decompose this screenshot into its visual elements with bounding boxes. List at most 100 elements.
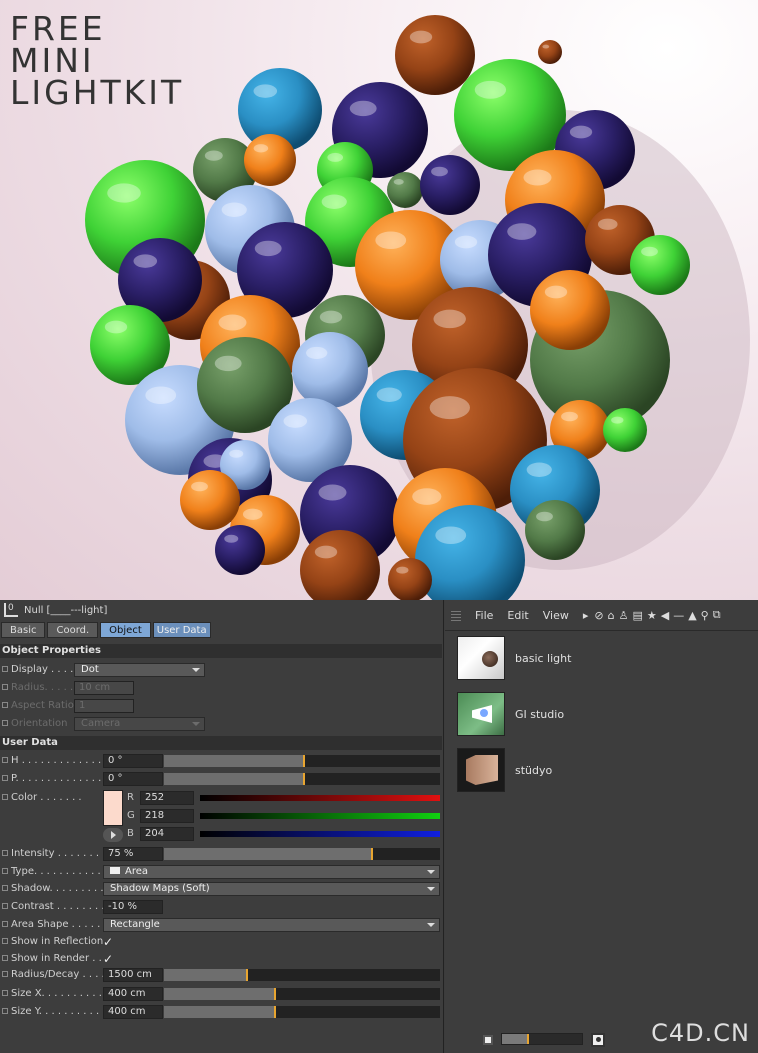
- tab-object[interactable]: Object: [100, 622, 151, 638]
- radius-field[interactable]: 10 cm: [74, 681, 134, 695]
- size-x-label: Size X. . . . . . . . . . .: [2, 986, 108, 1002]
- chevron-right-icon[interactable]: ▸: [583, 609, 589, 622]
- size-y-row: Size Y. . . . . . . . . . . 400 cm: [0, 1004, 442, 1020]
- up-icon[interactable]: ▲: [688, 609, 696, 622]
- section-user-data: User Data: [0, 736, 442, 750]
- shadow-dropdown[interactable]: Shadow Maps (Soft): [103, 882, 440, 896]
- material-label-studyo[interactable]: stüdyo: [515, 764, 552, 777]
- browser-menu: File Edit View ▸ ⊘ ⌂ ♙ ▤ ★ ◀ — ▲ ⚲ ⧉: [445, 602, 758, 628]
- size-y-slider[interactable]: [164, 1006, 440, 1018]
- type-dropdown[interactable]: Area: [103, 865, 440, 879]
- render-view: FREE MINI LIGHTKIT: [0, 0, 758, 600]
- show-render-label: Show in Render . .: [2, 951, 102, 967]
- shadow-label: Shadow. . . . . . . . . .: [2, 881, 110, 897]
- section-object-properties: Object Properties: [0, 644, 442, 658]
- size-x-slider[interactable]: [164, 988, 440, 1000]
- menu-edit[interactable]: Edit: [507, 609, 528, 622]
- size-x-field[interactable]: 400 cm: [103, 987, 163, 1001]
- r-channel-slider[interactable]: [200, 795, 440, 801]
- null-object-icon: 0: [4, 603, 18, 617]
- attribute-manager: 0 Null [____---light] Basic Coord. Objec…: [0, 600, 444, 1053]
- chevron-down-icon: [427, 870, 435, 874]
- aspect-field[interactable]: 1: [74, 699, 134, 713]
- area-shape-dropdown[interactable]: Rectangle: [103, 918, 440, 932]
- chevron-down-icon: [192, 722, 200, 726]
- g-label: G: [127, 810, 135, 821]
- tab-user-data[interactable]: User Data: [152, 622, 211, 638]
- play-icon: [111, 831, 116, 839]
- type-label: Type. . . . . . . . . . . .: [2, 864, 107, 880]
- tab-basic[interactable]: Basic: [1, 622, 46, 638]
- aspect-label: Aspect Ratio: [2, 698, 74, 714]
- chevron-down-icon: [427, 887, 435, 891]
- menu-view[interactable]: View: [543, 609, 569, 622]
- size-y-field[interactable]: 400 cm: [103, 1005, 163, 1019]
- h-slider[interactable]: [164, 755, 440, 767]
- color-row: Color . . . . . . . R 252 G 218 B 204: [0, 790, 442, 846]
- thumbnail-size-slider[interactable]: [501, 1033, 583, 1045]
- home-icon[interactable]: ⌂: [608, 609, 615, 622]
- display-label: Display . . . .: [2, 662, 73, 678]
- radius-decay-slider[interactable]: [164, 969, 440, 981]
- contrast-row: Contrast . . . . . . . . -10 %: [0, 899, 442, 915]
- type-value: Area: [125, 866, 149, 877]
- tab-coord[interactable]: Coord.: [47, 622, 99, 638]
- search-icon[interactable]: ⚲: [701, 609, 709, 622]
- orientation-value: Camera: [81, 718, 121, 729]
- b-channel-slider[interactable]: [200, 831, 440, 837]
- orientation-dropdown[interactable]: Camera: [74, 717, 205, 731]
- size-y-label: Size Y. . . . . . . . . . .: [2, 1004, 106, 1020]
- shadow-row: Shadow. . . . . . . . . . Shadow Maps (S…: [0, 881, 442, 897]
- material-thumb-basic-light[interactable]: [457, 636, 505, 680]
- material-thumb-gi-studio[interactable]: [457, 692, 505, 736]
- color-mode-button[interactable]: [103, 828, 123, 842]
- show-render-row: Show in Render . . ✓: [0, 951, 442, 967]
- display-dropdown[interactable]: Dot: [74, 663, 205, 677]
- star-icon[interactable]: ★: [647, 609, 657, 622]
- title-line-3: LIGHTKIT: [10, 73, 185, 112]
- radius-row: Radius. . . . . . 10 cm: [0, 680, 442, 696]
- g-field[interactable]: 218: [140, 809, 194, 823]
- large-preview-icon[interactable]: [591, 1033, 605, 1047]
- small-preview-icon[interactable]: [483, 1035, 493, 1045]
- r-field[interactable]: 252: [140, 791, 194, 805]
- b-label: B: [127, 828, 134, 839]
- material-label-gi-studio[interactable]: GI studio: [515, 708, 564, 721]
- color-label: Color . . . . . . .: [2, 790, 82, 806]
- material-thumb-studyo[interactable]: [457, 748, 505, 792]
- p-field[interactable]: 0 °: [103, 772, 163, 786]
- h-field[interactable]: 0 °: [103, 754, 163, 768]
- watermark: C4D.CN: [651, 1019, 750, 1047]
- material-label-basic-light[interactable]: basic light: [515, 652, 571, 665]
- separator-icon: —: [673, 608, 685, 622]
- intensity-label: Intensity . . . . . . . .: [2, 846, 105, 862]
- link-icon[interactable]: ⊘: [594, 609, 603, 622]
- contrast-label: Contrast . . . . . . . .: [2, 899, 105, 915]
- b-field[interactable]: 204: [140, 827, 194, 841]
- p-slider[interactable]: [164, 773, 440, 785]
- radius-label: Radius. . . . . .: [2, 680, 80, 696]
- radius-decay-field[interactable]: 1500 cm: [103, 968, 163, 982]
- new-window-icon[interactable]: ⧉: [713, 608, 721, 622]
- contrast-field[interactable]: -10 %: [103, 900, 163, 914]
- book-icon[interactable]: ▤: [632, 609, 642, 622]
- color-swatch[interactable]: [103, 790, 123, 826]
- show-reflection-label: Show in Reflection: [2, 934, 103, 950]
- back-icon[interactable]: ◀: [661, 609, 669, 622]
- radius-decay-label: Radius/Decay . . . .: [2, 967, 105, 983]
- content-browser: File Edit View ▸ ⊘ ⌂ ♙ ▤ ★ ◀ — ▲ ⚲ ⧉ bas…: [445, 600, 758, 1053]
- show-render-checkbox[interactable]: ✓: [103, 951, 113, 967]
- orientation-row: Orientation Camera: [0, 716, 442, 732]
- g-channel-slider[interactable]: [200, 813, 440, 819]
- intensity-slider[interactable]: [164, 848, 440, 860]
- attribute-header: 0 Null [____---light]: [0, 600, 443, 620]
- area-shape-row: Area Shape . . . . . . Rectangle: [0, 917, 442, 933]
- chevron-down-icon: [427, 923, 435, 927]
- area-icon: [110, 867, 120, 874]
- aspect-row: Aspect Ratio 1: [0, 698, 442, 714]
- user-icon[interactable]: ♙: [619, 609, 629, 622]
- menu-file[interactable]: File: [475, 609, 493, 622]
- intensity-field[interactable]: 75 %: [103, 847, 163, 861]
- show-reflection-checkbox[interactable]: ✓: [103, 934, 113, 950]
- display-row: Display . . . . Dot: [0, 662, 442, 678]
